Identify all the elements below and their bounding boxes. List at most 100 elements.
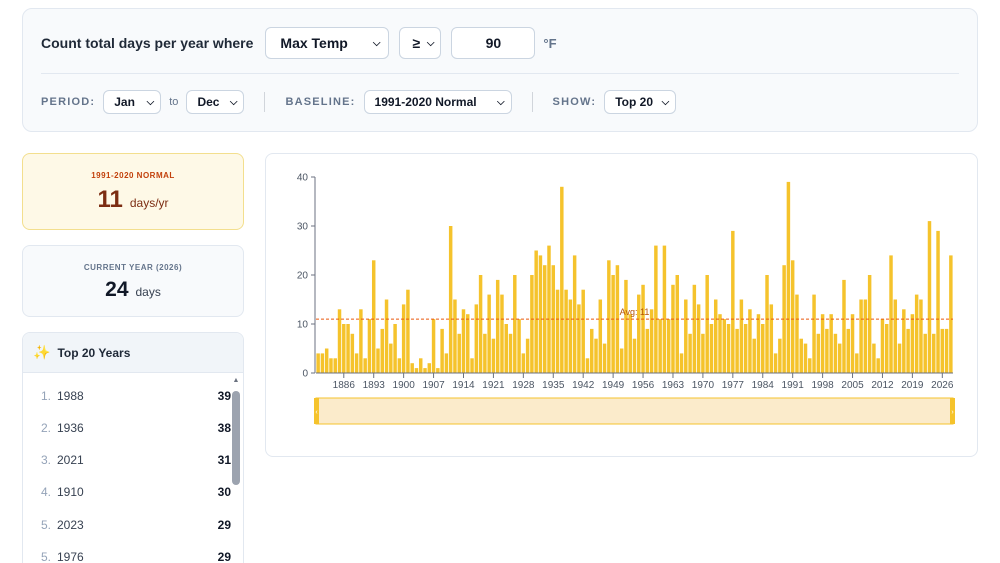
bar (389, 343, 393, 373)
normal-value: 11 (97, 186, 123, 213)
bar (910, 314, 915, 373)
bar (324, 348, 329, 373)
bar (842, 279, 846, 373)
list-item-rank: 4. (40, 485, 51, 499)
bar (718, 314, 722, 373)
bar (316, 353, 320, 373)
scroll-up-icon[interactable]: ▲ (232, 377, 240, 384)
bar (769, 304, 774, 373)
bar (470, 358, 474, 373)
chevron-down-icon: ⌵ (372, 37, 381, 49)
baseline-value: 1991-2020 Normal (374, 95, 477, 109)
bar (329, 358, 333, 373)
x-tick-label: 1907 (422, 380, 445, 391)
divider (264, 92, 266, 112)
baseline-label: BASELINE: (285, 96, 356, 108)
chevron-down-icon: ⌵ (496, 96, 505, 108)
bar (859, 299, 863, 373)
bar (949, 255, 953, 373)
bar (598, 299, 603, 373)
bar (521, 353, 526, 373)
bar (713, 299, 718, 373)
bar (406, 289, 410, 373)
list-item-count: 29 (217, 550, 231, 563)
bar (607, 260, 611, 373)
period-to-select[interactable]: Dec ⌵ (186, 90, 245, 114)
list-item[interactable]: 5. 2023 29 (23, 509, 231, 541)
bar (491, 338, 496, 373)
bar (855, 353, 859, 373)
bar (320, 353, 325, 373)
bar (384, 299, 389, 373)
x-tick-label: 1984 (752, 380, 775, 391)
scrollbar-thumb[interactable] (232, 391, 240, 485)
bar (453, 299, 457, 373)
current-value: 24 (105, 278, 129, 301)
period-from-select[interactable]: Jan ⌵ (103, 90, 162, 114)
bar (876, 358, 880, 373)
current-caption: CURRENT YEAR (2026) (83, 263, 183, 272)
bar (820, 314, 825, 373)
bar (696, 304, 701, 373)
x-tick-label: 1963 (662, 380, 685, 391)
bar (581, 289, 585, 373)
bar (880, 319, 885, 373)
bar (884, 324, 889, 373)
bar (867, 275, 872, 373)
list-item[interactable]: 3. 2021 31 (23, 444, 231, 476)
list-item-year: 1936 (57, 421, 84, 435)
bar (812, 294, 816, 373)
bar (371, 260, 376, 373)
list-item-count: 30 (217, 485, 231, 499)
threshold-unit: °F (543, 35, 557, 51)
list-item-count: 29 (217, 518, 231, 532)
operator-select[interactable]: ≥ ⌵ (399, 27, 442, 59)
bar (863, 299, 868, 373)
bar (401, 304, 406, 373)
x-tick-label: 2019 (901, 380, 924, 391)
show-select[interactable]: Top 20 ⌵ (604, 90, 677, 114)
threshold-input[interactable]: 90 (451, 27, 536, 59)
baseline-select[interactable]: 1991-2020 Normal ⌵ (363, 90, 512, 114)
bar (803, 343, 808, 373)
bar (354, 353, 359, 373)
metric-select[interactable]: Max Temp ⌵ (265, 27, 390, 59)
bar (893, 299, 898, 373)
bar (675, 275, 679, 373)
bar (701, 333, 705, 373)
list-item[interactable]: 2. 1936 38 (23, 412, 231, 444)
top-years-list[interactable]: 1. 1988 39 2. 1936 38 3. 2021 31 4. 1910… (23, 373, 243, 563)
y-tick-label: 10 (297, 320, 309, 331)
bar (410, 363, 414, 373)
bar (367, 319, 372, 373)
bar (333, 358, 337, 373)
divider (531, 92, 533, 112)
current-value-row: 24 days (23, 278, 243, 302)
bar (731, 230, 735, 373)
bar (590, 328, 594, 373)
list-item[interactable]: 4. 1910 30 (23, 476, 231, 508)
top-years-header: ✨ Top 20 Years (23, 333, 243, 373)
list-item-count: 39 (217, 389, 231, 403)
list-item[interactable]: 1. 1988 39 (23, 380, 231, 412)
list-item[interactable]: 5. 1976 29 (23, 541, 231, 563)
bar (654, 245, 658, 373)
bar (940, 328, 945, 373)
bar (466, 314, 470, 373)
list-item-year: 1988 (57, 389, 84, 403)
list-item-rank: 5. (40, 550, 51, 563)
bar (722, 319, 727, 373)
x-tick-label: 1914 (452, 380, 475, 391)
bar (397, 358, 402, 373)
chevron-down-icon: ⌵ (229, 96, 238, 108)
bar (342, 324, 346, 373)
scrollbar[interactable]: ▲ (232, 377, 240, 563)
x-tick-label: 1949 (602, 380, 625, 391)
bar (808, 358, 812, 373)
x-tick-label: 2012 (871, 380, 894, 391)
bar (513, 275, 517, 373)
bar (743, 324, 748, 373)
bar (825, 328, 829, 373)
list-item-rank: 2. (40, 421, 51, 435)
list-item-rank: 3. (40, 453, 51, 467)
